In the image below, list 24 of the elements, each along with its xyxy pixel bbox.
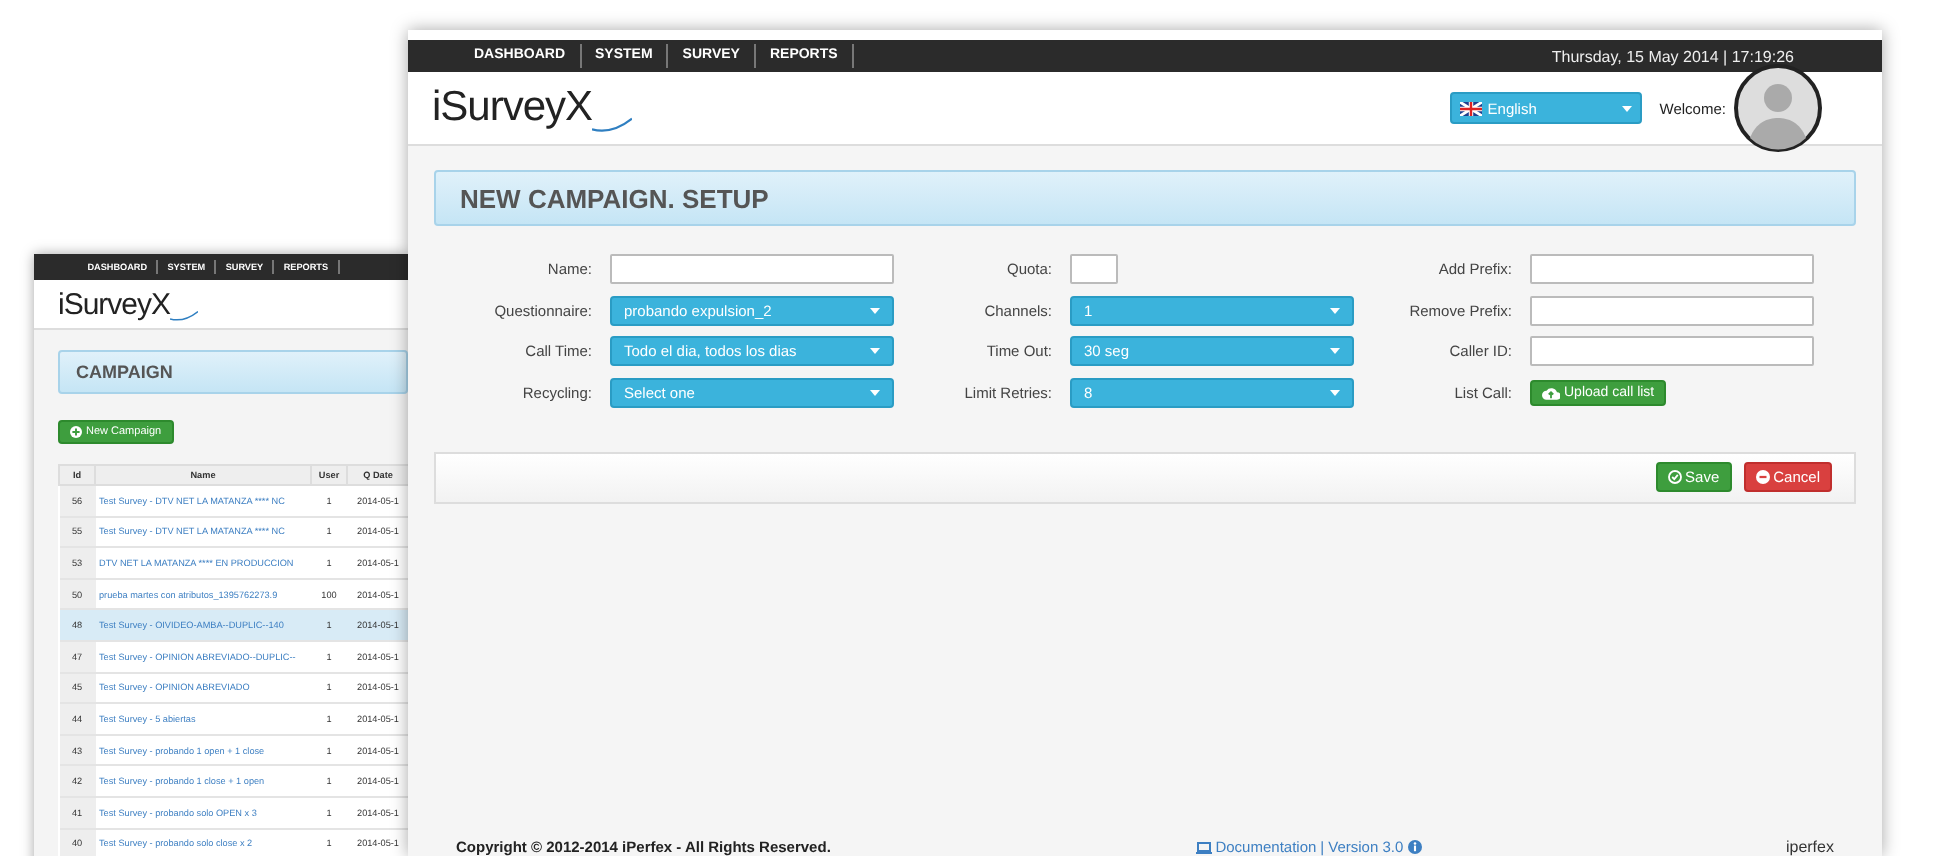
minus-circle-icon	[1755, 470, 1770, 484]
input-field[interactable]	[1530, 295, 1814, 325]
logo-text: iSurveyX	[58, 287, 171, 321]
page-title: NEW CAMPAIGN. SETUP	[434, 170, 1856, 226]
input-field[interactable]	[610, 254, 894, 284]
input-field[interactable]	[1070, 254, 1118, 284]
check-circle-icon	[1667, 470, 1682, 484]
caret-icon	[1330, 348, 1340, 354]
cloud-upload-icon	[1542, 385, 1560, 399]
caret-icon	[1330, 389, 1340, 395]
caret-icon	[870, 348, 880, 354]
input-field[interactable]	[1530, 254, 1814, 284]
caret-icon	[1621, 105, 1632, 111]
page-title: CAMPAIGN	[58, 350, 408, 394]
logo-text: iSurveyX	[432, 84, 593, 132]
input-field[interactable]	[1530, 336, 1814, 366]
caret-icon	[870, 389, 880, 395]
plus-circle-icon	[70, 426, 82, 438]
laptop-icon	[1195, 841, 1212, 853]
caret-icon	[870, 307, 880, 313]
brand-logo-text: iperfex	[1785, 838, 1834, 856]
uk-flag-icon	[1459, 101, 1482, 115]
date-time: Thursday, 15 May 2014 | 17:19:26	[1551, 47, 1794, 65]
caret-icon	[1330, 307, 1340, 313]
